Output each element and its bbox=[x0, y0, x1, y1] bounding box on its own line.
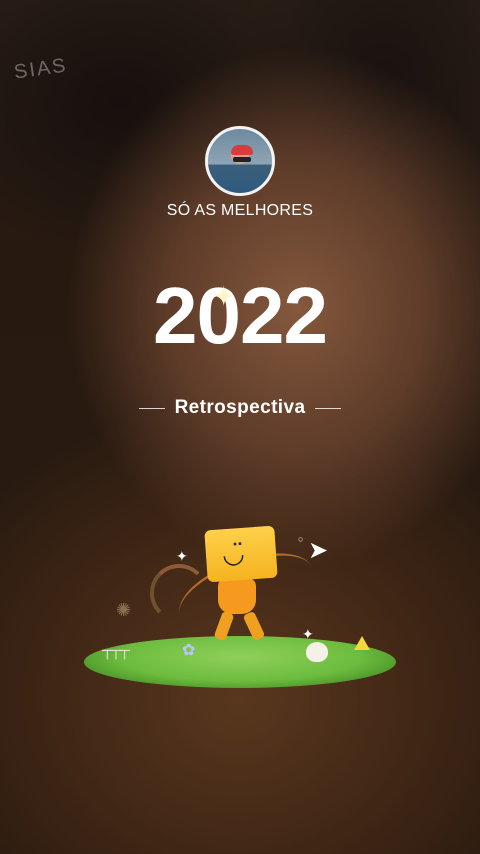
sunglasses-shape bbox=[233, 157, 251, 162]
channel-name[interactable]: SÓ AS MELHORES bbox=[0, 202, 480, 220]
box-character-icon: ◡̈ bbox=[204, 525, 278, 583]
bird-icon bbox=[306, 642, 328, 662]
character-body bbox=[218, 578, 256, 614]
divider-left bbox=[138, 407, 165, 409]
sparkle-icon: ✦ bbox=[212, 281, 236, 312]
year-title: 2022 bbox=[153, 271, 328, 360]
channel-avatar[interactable] bbox=[205, 126, 275, 196]
divider-right bbox=[315, 407, 342, 409]
retrospective-illustration: ✺ ✦ ○ ➤ ┬┬┬ ✿ ✦ ◡̈ bbox=[80, 520, 400, 700]
character-legs bbox=[212, 610, 272, 642]
fence-icon: ┬┬┬ bbox=[102, 642, 130, 659]
flag-icon bbox=[354, 636, 370, 650]
cap-shape bbox=[231, 145, 253, 155]
subtitle-row: Retrospectiva bbox=[0, 397, 480, 419]
sun-icon: ✺ bbox=[116, 600, 132, 620]
paper-plane-icon: ➤ bbox=[308, 537, 329, 564]
smiley-face-icon: ◡̈ bbox=[220, 537, 246, 570]
circle-icon: ○ bbox=[298, 534, 304, 544]
star-icon: ✦ bbox=[176, 548, 188, 564]
subtitle: Retrospectiva bbox=[174, 397, 306, 418]
grass-island bbox=[84, 636, 396, 688]
flower-icon: ✿ bbox=[182, 642, 196, 659]
star-icon: ✦ bbox=[302, 626, 314, 642]
